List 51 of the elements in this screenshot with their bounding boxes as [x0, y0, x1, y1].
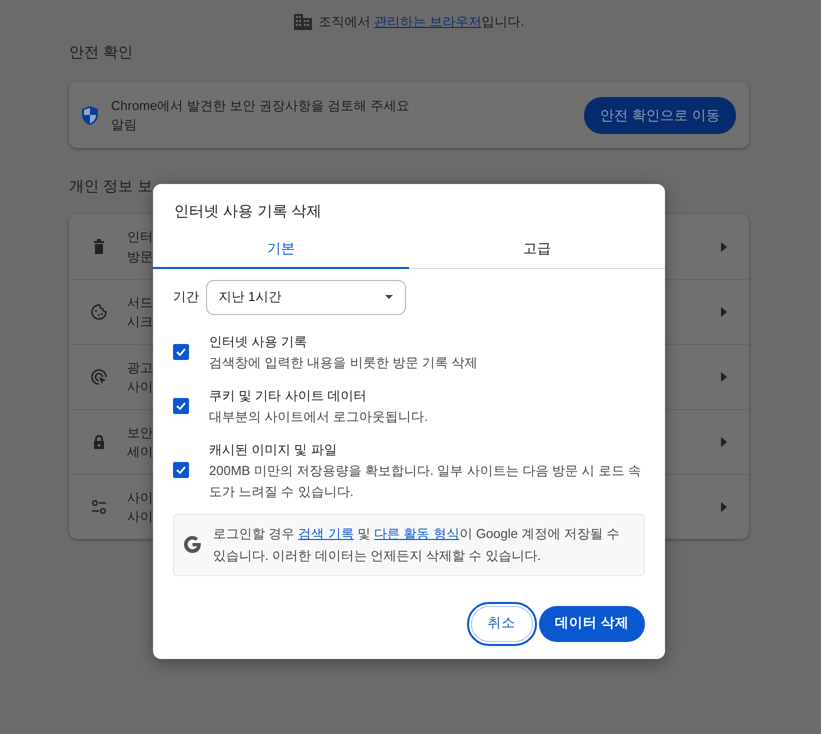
setting-title: 광고 [127, 360, 153, 374]
chevron-icon [721, 502, 727, 512]
chevron-icon [721, 307, 727, 317]
notice-link[interactable]: 다른 활동 형식 [374, 526, 460, 540]
setting-title: 보안 [127, 424, 153, 440]
checkbox[interactable] [173, 398, 189, 414]
option-description: 대부분의 사이트에서 로그아웃됩니다. [209, 408, 428, 426]
tab[interactable]: 고급 [409, 232, 665, 268]
section-heading: 안전 확인 [69, 44, 134, 62]
option-description: 검색창에 입력한 내용을 비롯한 방문 기록 삭제 [209, 354, 478, 372]
lock-icon [91, 434, 107, 450]
chevron-icon [721, 437, 727, 447]
check-icon [176, 348, 186, 356]
option-title: 인터넷 사용 기록 [209, 332, 308, 350]
check-icon [176, 466, 186, 474]
option-description: 200MB 미만의 저장용량을 확보합니다. 일부 사이트는 다음 방문 시 로드 속도가 느려질 수 있습니다. [209, 462, 642, 500]
setting-subtitle: 사이 [127, 379, 153, 394]
dropdown-caret-icon [384, 295, 392, 299]
chevron-icon [721, 242, 727, 252]
setting-title: 사이 [127, 490, 153, 504]
checkbox[interactable] [173, 462, 189, 478]
safety-check-button[interactable]: 안전 확인으로 이동 [584, 96, 736, 134]
time-range-select[interactable]: 지난 1시간 [206, 280, 406, 314]
chevron-icon [721, 372, 727, 382]
dialog-title: 인터넷 사용 기록 삭제 [173, 202, 323, 222]
tab[interactable]: 기본 [153, 232, 409, 268]
notice-link[interactable]: 검색 기록 [298, 526, 354, 540]
option-title: 캐시된 이미지 및 파일 [209, 440, 338, 458]
check-icon [176, 402, 186, 410]
setting-title: 인터 [127, 229, 153, 244]
card-title: Chrome에서 발견한 보안 권장사항을 검토해 주세요 [111, 96, 410, 114]
setting-subtitle: 세이 [127, 444, 153, 459]
trash-icon [91, 238, 107, 254]
section-heading: 개인 정보 보 [69, 178, 154, 196]
setting-subtitle: 방문 [127, 248, 153, 264]
building-icon [294, 14, 312, 30]
sliders-icon [91, 499, 107, 515]
time-range-label: 기간 [173, 288, 199, 306]
managed-browser-notice: 조직에서 관리하는 브라우저 입니다. [318, 13, 524, 32]
setting-title: 서드 [127, 294, 153, 310]
card-subtitle: 알림 [111, 116, 138, 134]
setting-subtitle: 사이 [127, 509, 153, 524]
checkbox[interactable] [173, 344, 189, 360]
notice-text: 로그인할 경우 검색 기록 및 다른 활동 형식 이 Google 계정에 저장될 수 있습니다. 이러한 데이터는 언제든지 삭제할 수 있습니다. [213, 524, 621, 564]
target-icon [91, 369, 107, 385]
google-g-icon [184, 536, 201, 553]
cookie-icon [91, 304, 107, 320]
delete-data-button[interactable]: 데이터 삭제 [539, 606, 645, 642]
shield-icon [82, 106, 98, 124]
setting-subtitle: 시크 [127, 314, 153, 329]
option-title: 쿠키 및 기타 사이트 데이터 [209, 386, 368, 404]
